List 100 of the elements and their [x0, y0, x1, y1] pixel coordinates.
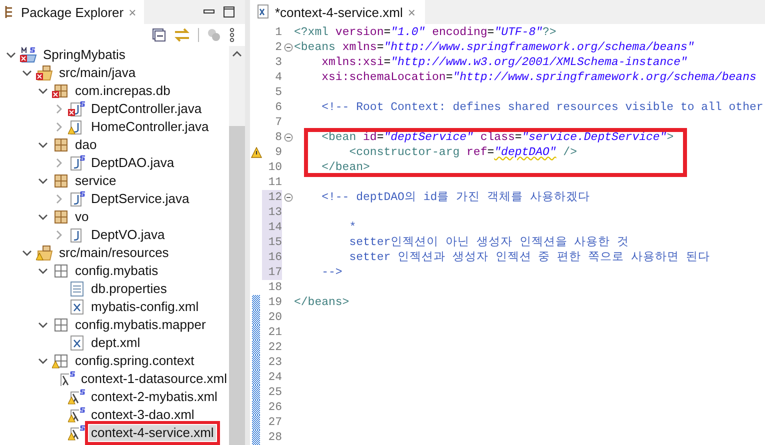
chevron-down-icon[interactable]	[38, 266, 48, 276]
view-menu-icon[interactable]	[229, 28, 235, 42]
xml-file-icon	[68, 299, 86, 315]
code-line: <!-- Root Context: defines shared resources visible to all other	[320, 100, 764, 115]
xml-file-icon	[58, 371, 76, 387]
line-number: 24	[267, 370, 282, 385]
code-line: <?xml version="1.0" encoding="UTF-8"?>	[294, 25, 556, 40]
maximize-icon[interactable]	[223, 6, 235, 18]
chevron-down-icon[interactable]	[38, 320, 48, 330]
tree-item[interactable]: context-3-dao.xml	[0, 406, 229, 424]
line-number: 19	[267, 295, 282, 310]
tree-item[interactable]: config.spring.context	[0, 352, 229, 370]
tree-item[interactable]: context-2-mybatis.xml	[0, 388, 229, 406]
tree-item[interactable]: db.properties	[0, 280, 229, 298]
item-label: config.mybatis	[74, 263, 160, 279]
item-label: config.spring.context	[74, 353, 196, 369]
tree-item[interactable]: service	[0, 172, 229, 190]
java-file-icon	[68, 191, 86, 207]
scroll-up-icon[interactable]	[232, 50, 242, 58]
chevron-down-icon[interactable]	[38, 86, 48, 96]
chevron-down-icon[interactable]	[22, 248, 32, 258]
package-icon	[52, 209, 70, 225]
item-label: HomeController.java	[90, 119, 210, 135]
item-label: dept.xml	[90, 335, 142, 351]
tree-item[interactable]: HomeController.java	[0, 118, 229, 136]
line-number: 27	[267, 415, 282, 430]
item-label: db.properties	[90, 281, 168, 297]
chevron-down-icon[interactable]	[22, 68, 32, 78]
xml-file-icon	[256, 4, 270, 20]
line-number: 15	[262, 235, 282, 250]
chevron-down-icon[interactable]	[6, 50, 16, 60]
tree-item[interactable]: src/main/java	[0, 64, 229, 82]
tree-item[interactable]: src/main/resources	[0, 244, 229, 262]
line-number: 17	[262, 265, 282, 280]
tree-item[interactable]: dept.xml	[0, 334, 229, 352]
line-number: 26	[267, 400, 282, 415]
line-number: 13	[262, 205, 282, 220]
fold-icon[interactable]	[284, 193, 292, 202]
line-number: 7	[274, 115, 282, 130]
item-label: DeptDAO.java	[90, 155, 176, 171]
item-label: dao	[74, 137, 98, 153]
item-label: src/main/resources	[58, 245, 170, 261]
line-number: 23	[267, 355, 282, 370]
package-icon	[52, 137, 70, 153]
line-number: 20	[267, 310, 282, 325]
tree-item[interactable]: DeptController.java	[0, 100, 229, 118]
tab-title: Package Explorer	[21, 4, 124, 20]
tree-item[interactable]: context-4-service.xml	[0, 424, 229, 442]
tree-item[interactable]: config.mybatis.mapper	[0, 316, 229, 334]
chevron-down-icon[interactable]	[38, 356, 48, 366]
tree-item[interactable]: mybatis-config.xml	[0, 298, 229, 316]
chevron-down-icon[interactable]	[38, 212, 48, 222]
chevron-down-icon[interactable]	[38, 176, 48, 186]
tree-item[interactable]: vo	[0, 208, 229, 226]
line-number: 3	[274, 55, 282, 70]
line-number: 11	[267, 175, 282, 190]
line-number: 2	[274, 40, 282, 55]
item-label: context-1-datasource.xml	[80, 371, 228, 387]
xml-file-icon	[68, 335, 86, 351]
line-number: 25	[267, 385, 282, 400]
item-label: vo	[74, 209, 90, 225]
package-explorer-tab[interactable]: Package Explorer ×	[0, 0, 144, 24]
item-label: config.mybatis.mapper	[74, 317, 207, 333]
code-line: <constructor-arg ref="deptDAO" />	[348, 145, 577, 160]
item-label: DeptVO.java	[90, 227, 166, 243]
code-line: </bean>	[320, 160, 370, 175]
scroll-thumb[interactable]	[229, 126, 245, 445]
line-number: 1	[274, 25, 282, 40]
line-number: 14	[262, 220, 282, 235]
tree-item[interactable]: DeptVO.java	[0, 226, 229, 244]
item-label: DeptController.java	[90, 101, 203, 117]
item-label: src/main/java	[58, 65, 137, 81]
tree-item[interactable]: DeptService.java	[0, 190, 229, 208]
tree-item[interactable]: DeptDAO.java	[0, 154, 229, 172]
item-label: DeptService.java	[90, 191, 190, 207]
line-number: 12	[262, 190, 282, 205]
tree-item[interactable]: dao	[0, 136, 229, 154]
line-number: 4	[274, 70, 282, 85]
chevron-down-icon[interactable]	[38, 140, 48, 150]
fold-icon[interactable]	[284, 43, 292, 52]
tree-item[interactable]: SpringMybatis	[0, 46, 229, 64]
line-number: 22	[267, 340, 282, 355]
item-label: mybatis-config.xml	[90, 299, 200, 315]
close-icon[interactable]: ×	[128, 4, 136, 20]
collapse-all-icon[interactable]	[152, 28, 166, 42]
item-label: service	[74, 173, 118, 189]
tree-item[interactable]: context-1-datasource.xml	[0, 370, 229, 388]
code-line: <!-- deptDAO의 id를 가진 객체를 사용하겠다	[320, 190, 590, 205]
tree-item[interactable]: com.increpas.db	[0, 82, 229, 100]
scrollbar[interactable]	[229, 46, 245, 445]
code-line: </beans>	[294, 295, 350, 310]
folder-grid-icon	[52, 263, 70, 279]
line-number: 9	[274, 145, 282, 160]
tree-item[interactable]: config.mybatis	[0, 262, 229, 280]
line-number: 16	[262, 250, 282, 265]
line-number: 21	[267, 325, 282, 340]
text-file-icon	[68, 281, 86, 297]
fold-icon[interactable]	[284, 133, 292, 142]
close-icon[interactable]: ×	[408, 4, 416, 20]
editor-tab[interactable]: *context-4-service.xml ×	[250, 0, 426, 24]
